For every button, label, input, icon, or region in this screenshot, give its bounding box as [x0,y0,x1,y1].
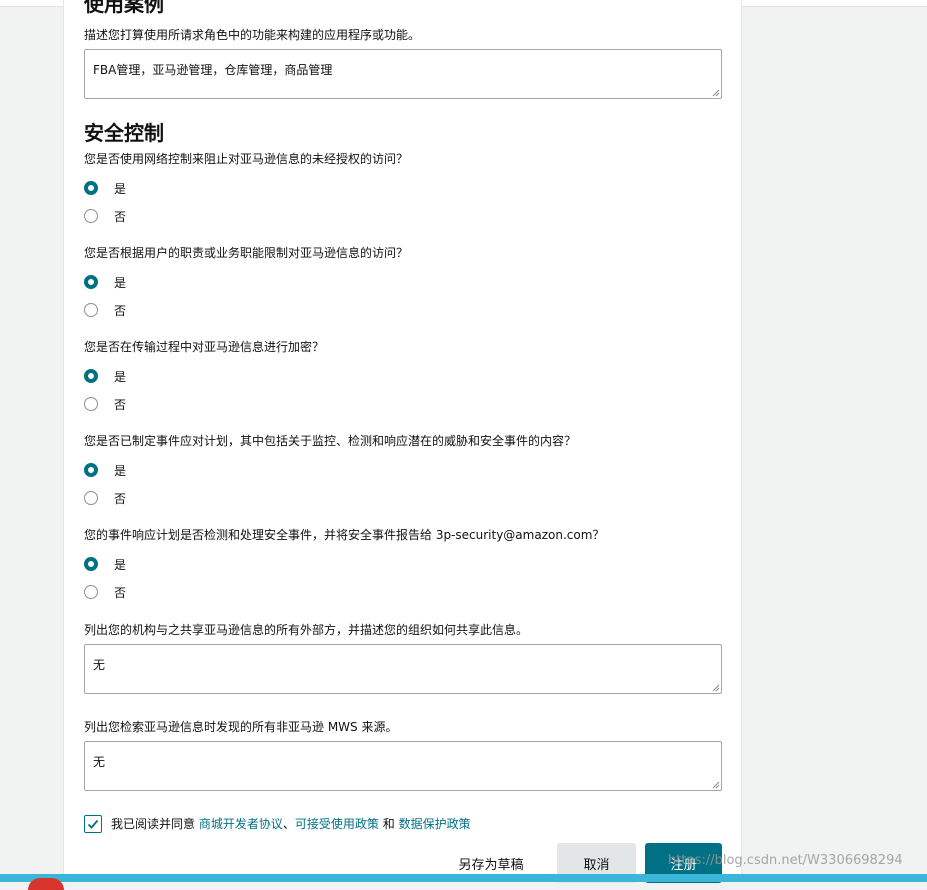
q5-no-option[interactable]: 否 [84,583,126,601]
q3-no-radio[interactable] [84,397,98,411]
agreement-prefix: 我已阅读并同意 [111,817,196,831]
q5-no-radio[interactable] [84,585,98,599]
q3-no-option[interactable]: 否 [84,395,126,413]
sources-value: 无 [93,755,106,769]
q2-yes-label: 是 [114,275,127,290]
q4-no-radio[interactable] [84,491,98,505]
q3-no-label: 否 [114,397,127,412]
security-question-5: 您的事件响应计划是否检测和处理安全事件，并将安全事件报告给 3p-securit… [84,528,605,542]
security-question-4: 您是否已制定事件应对计划，其中包括关于监控、检测和响应潜在的威胁和安全事件的内容… [84,434,577,448]
q4-yes-radio[interactable] [84,463,98,477]
agreement-separator: 、 [282,817,295,831]
q4-yes-option[interactable]: 是 [84,461,126,479]
security-title: 安全控制 [84,121,164,145]
q2-no-option[interactable]: 否 [84,301,126,319]
watermark: https://blog.csdn.net/W3306698294 [668,853,903,868]
q5-no-label: 否 [114,585,127,600]
sharing-value: 无 [93,658,106,672]
q1-no-radio[interactable] [84,209,98,223]
q3-yes-label: 是 [114,369,127,384]
browser-icon[interactable] [28,878,64,890]
q5-yes-radio[interactable] [84,557,98,571]
q2-yes-option[interactable]: 是 [84,273,126,291]
acceptable-use-link[interactable]: 可接受使用政策 [295,817,379,831]
sources-textarea[interactable]: 无 [84,741,722,791]
sources-label: 列出您检索亚马逊信息时发现的所有非亚马逊 MWS 来源。 [84,720,398,734]
q2-yes-radio[interactable] [84,275,98,289]
use-case-title: 使用案例 [84,0,164,16]
sharing-textarea[interactable]: 无 [84,644,722,694]
sharing-label: 列出您的机构与之共享亚马逊信息的所有外部方，并描述您的组织如何共享此信息。 [84,623,529,637]
use-case-textarea[interactable]: FBA管理，亚马逊管理，仓库管理，商品管理 [84,49,722,99]
q2-no-radio[interactable] [84,303,98,317]
q4-no-label: 否 [114,491,127,506]
q1-yes-label: 是 [114,181,127,196]
q1-yes-radio[interactable] [84,181,98,195]
resize-grip-icon[interactable] [712,89,720,97]
taskbar [0,874,927,882]
checkmark-icon [87,819,99,829]
agreement-checkbox[interactable] [84,815,102,833]
q1-no-label: 否 [114,209,127,224]
security-question-3: 您是否在传输过程中对亚马逊信息进行加密？ [84,340,325,354]
q1-yes-option[interactable]: 是 [84,179,126,197]
q5-yes-option[interactable]: 是 [84,555,126,573]
security-question-2: 您是否根据用户的职责或业务职能限制对亚马逊信息的访问？ [84,246,409,260]
resize-grip-icon[interactable] [712,684,720,692]
q3-yes-option[interactable]: 是 [84,367,126,385]
use-case-value: FBA管理，亚马逊管理，仓库管理，商品管理 [93,63,333,77]
agreement-and: 和 [382,817,395,831]
q2-no-label: 否 [114,303,127,318]
q5-yes-label: 是 [114,557,127,572]
q4-yes-label: 是 [114,463,127,478]
use-case-description: 描述您打算使用所请求角色中的功能来构建的应用程序或功能。 [84,28,421,42]
q3-yes-radio[interactable] [84,369,98,383]
data-protection-link[interactable]: 数据保护政策 [399,817,471,831]
developer-agreement-link[interactable]: 商城开发者协议 [199,817,283,831]
resize-grip-icon[interactable] [712,781,720,789]
q4-no-option[interactable]: 否 [84,489,126,507]
agreement-text: 我已阅读并同意 商城开发者协议、可接受使用政策 和 数据保护政策 [111,816,471,832]
q1-no-option[interactable]: 否 [84,207,126,225]
security-question-1: 您是否使用网络控制来阻止对亚马逊信息的未经授权的访问？ [84,152,409,166]
